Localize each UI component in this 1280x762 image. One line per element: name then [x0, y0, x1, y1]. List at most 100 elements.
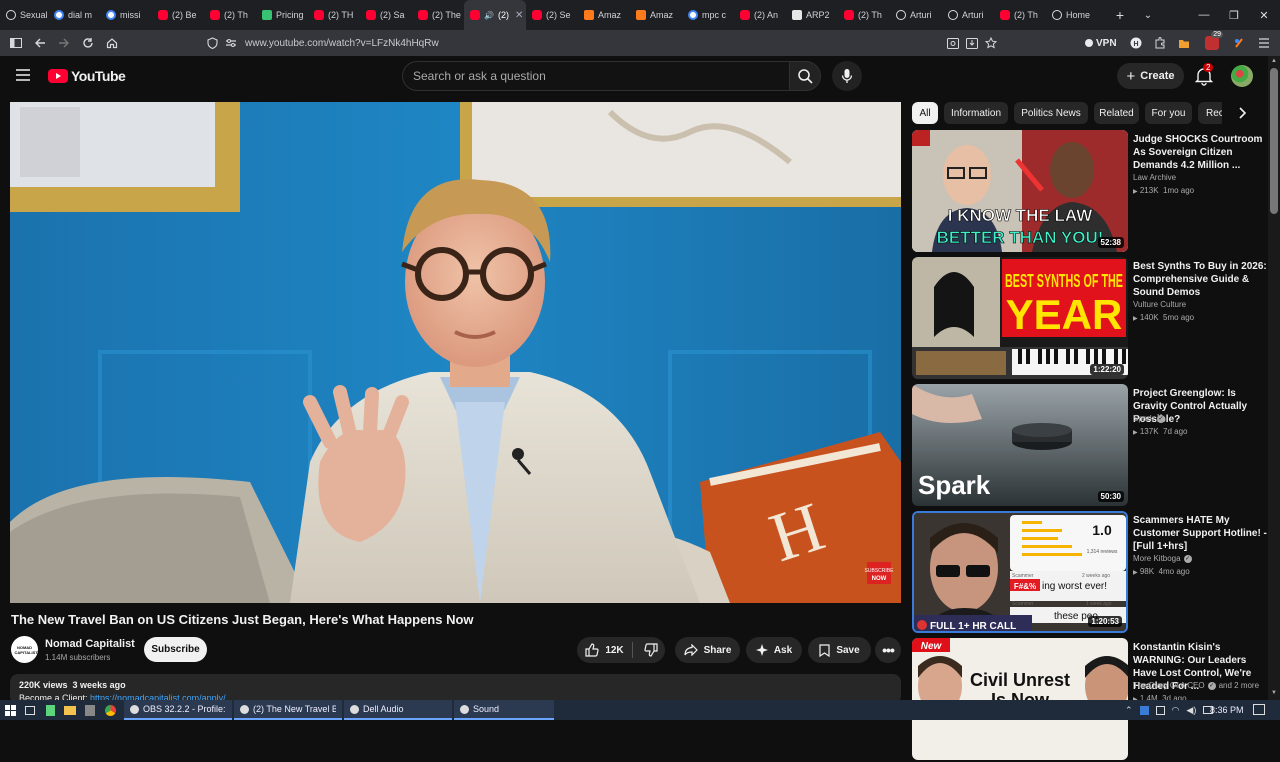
- video-thumbnail[interactable]: 1.0 1,314 reviews Scammer 2 weeks ago F#…: [912, 511, 1128, 633]
- browser-tab[interactable]: 🔊 (2) ✕: [464, 0, 526, 30]
- notepad-icon[interactable]: [40, 700, 60, 720]
- notifications-button[interactable]: 2: [1194, 63, 1214, 91]
- chips-next-button[interactable]: [1232, 103, 1252, 123]
- chip-for-you[interactable]: For you: [1145, 102, 1192, 124]
- tray-wifi-icon[interactable]: ◠: [1172, 705, 1180, 716]
- browser-tab[interactable]: (2) Be: [152, 0, 204, 30]
- browser-tab[interactable]: Arturi: [890, 0, 942, 30]
- browser-tab[interactable]: ARP2: [786, 0, 838, 30]
- browser-tab[interactable]: (2) Th: [204, 0, 256, 30]
- recommendation-item[interactable]: Spark 50:30 Project Greenglow: Is Gravit…: [912, 384, 1272, 508]
- extension-arrow-icon[interactable]: [1227, 31, 1251, 55]
- dislike-button[interactable]: [638, 637, 664, 663]
- back-icon[interactable]: [28, 31, 52, 55]
- minimize-icon[interactable]: —: [1188, 0, 1220, 30]
- browser-menu-icon[interactable]: [1252, 31, 1276, 55]
- youtube-logo[interactable]: YouTube: [48, 68, 126, 84]
- video-thumbnail[interactable]: Spark 50:30: [912, 384, 1128, 506]
- scroll-down-arrow-icon[interactable]: ▼: [1271, 690, 1277, 696]
- recommendation-title[interactable]: Best Synths To Buy in 2026: Comprehensiv…: [1133, 260, 1268, 299]
- scrollbar-thumb[interactable]: [1270, 68, 1278, 214]
- tray-volume-icon[interactable]: ◀): [1186, 705, 1196, 716]
- extensions-puzzle-icon[interactable]: [1148, 31, 1172, 55]
- recommendation-title[interactable]: Scammers HATE My Customer Support Hotlin…: [1133, 514, 1268, 553]
- browser-tab[interactable]: mpc c: [682, 0, 734, 30]
- reload-icon[interactable]: [76, 31, 100, 55]
- recommendation-channel-row[interactable]: More Kitboga ✓: [1133, 554, 1192, 563]
- taskbar-app[interactable]: (2) The New Travel Ba...: [234, 700, 342, 720]
- video-thumbnail[interactable]: I KNOW THE LAW BETTER THAN YOU! 52:38: [912, 130, 1128, 252]
- taskbar-app[interactable]: Dell Audio: [344, 700, 452, 720]
- browser-tab[interactable]: (2) Th: [994, 0, 1046, 30]
- video-player[interactable]: H SUBSCRIBE NOW: [10, 102, 901, 603]
- taskbar-app[interactable]: OBS 32.2.2 - Profile: U...: [124, 700, 232, 720]
- chip-information[interactable]: Information: [944, 102, 1008, 124]
- tray-network-icon[interactable]: [1139, 705, 1149, 715]
- guide-menu-icon[interactable]: [14, 68, 32, 87]
- search-input[interactable]: Search or ask a question: [402, 61, 789, 91]
- home-icon[interactable]: [100, 31, 124, 55]
- share-button[interactable]: Share: [675, 637, 740, 663]
- tray-usb-icon[interactable]: [1155, 705, 1165, 715]
- close-tab-icon[interactable]: ✕: [515, 10, 523, 21]
- video-thumbnail[interactable]: New Civil Unrest Is Now: [912, 638, 1128, 760]
- ask-button[interactable]: Ask: [746, 637, 802, 663]
- recommendation-channel-row[interactable]: Spark ✓: [1133, 414, 1165, 423]
- forward-icon[interactable]: [52, 31, 76, 55]
- browser-tab[interactable]: missi: [100, 0, 152, 30]
- search-button[interactable]: [789, 61, 821, 91]
- calculator-icon[interactable]: [80, 700, 100, 720]
- taskbar-app[interactable]: Sound: [454, 700, 554, 720]
- recommendation-title[interactable]: Judge SHOCKS Courtroom As Sovereign Citi…: [1133, 133, 1268, 172]
- create-button[interactable]: + Create: [1117, 63, 1184, 89]
- chip-politics-news[interactable]: Politics News: [1014, 102, 1088, 124]
- tray-overflow-chevron-icon[interactable]: ⌃: [1125, 705, 1133, 716]
- task-view-icon[interactable]: [20, 700, 40, 720]
- browser-tab[interactable]: Home: [1046, 0, 1096, 30]
- chrome-icon[interactable]: [100, 700, 120, 720]
- extension-folder-icon[interactable]: [1172, 31, 1196, 55]
- start-button[interactable]: [0, 700, 20, 720]
- browser-tab[interactable]: (2) Se: [526, 0, 578, 30]
- close-window-icon[interactable]: ✕: [1248, 0, 1280, 30]
- browser-tab[interactable]: (2) The: [412, 0, 464, 30]
- sidebar-toggle-icon[interactable]: [4, 31, 28, 55]
- scroll-up-arrow-icon[interactable]: ▲: [1271, 58, 1277, 64]
- browser-tab[interactable]: Amaz: [578, 0, 630, 30]
- restore-icon[interactable]: ❐: [1218, 0, 1250, 30]
- recommendation-channel[interactable]: Law Archive: [1133, 173, 1176, 182]
- save-button[interactable]: Save: [808, 637, 871, 663]
- browser-tab[interactable]: dial m: [48, 0, 100, 30]
- browser-tab[interactable]: Sexual: [0, 0, 48, 30]
- recommendation-item[interactable]: BEST SYNTHS OF THE YEAR 1:22:20 Best Syn…: [912, 257, 1272, 381]
- notification-center-icon[interactable]: [1253, 704, 1265, 715]
- browser-tab[interactable]: (2) TH: [308, 0, 360, 30]
- chip-recently-uploaded[interactable]: Rec: [1198, 102, 1222, 124]
- tab-search-chevron-icon[interactable]: ⌄: [1138, 0, 1158, 30]
- chip-all[interactable]: All: [912, 102, 938, 124]
- channel-avatar[interactable]: NOMAD CAPITALIST: [11, 636, 38, 663]
- browser-tab[interactable]: Pricing: [256, 0, 308, 30]
- voice-search-button[interactable]: [832, 61, 862, 91]
- recommendation-item[interactable]: 1.0 1,314 reviews Scammer 2 weeks ago F#…: [912, 511, 1272, 635]
- new-tab-button[interactable]: +: [1110, 0, 1130, 30]
- more-actions-button[interactable]: •••: [875, 637, 901, 663]
- browser-tab[interactable]: Amaz: [630, 0, 682, 30]
- page-scrollbar[interactable]: ▲ ▼: [1268, 56, 1280, 700]
- url-field[interactable]: www.youtube.com/watch?v=LFzNk4hHqRw: [245, 32, 1045, 54]
- clock[interactable]: 8:36 PM: [1210, 700, 1244, 720]
- vpn-button[interactable]: VPN: [1085, 35, 1117, 51]
- browser-tab[interactable]: (2) An: [734, 0, 786, 30]
- channel-name[interactable]: Nomad Capitalist: [45, 638, 135, 650]
- bookmark-star-icon[interactable]: [979, 31, 1003, 55]
- recommendation-item[interactable]: I KNOW THE LAW BETTER THAN YOU! 52:38 Ju…: [912, 130, 1272, 254]
- tab-audio-icon[interactable]: 🔊: [484, 11, 494, 20]
- browser-tab[interactable]: (2) Sa: [360, 0, 412, 30]
- site-settings-icon[interactable]: [219, 31, 243, 55]
- browser-tab[interactable]: Arturi: [942, 0, 994, 30]
- browser-tab[interactable]: (2) Th: [838, 0, 890, 30]
- recommendation-channel-row[interactable]: The Diary Of A CEO ✓ and 2 more: [1133, 681, 1259, 690]
- subscribe-button[interactable]: Subscribe: [144, 637, 207, 662]
- extension-h-icon[interactable]: H: [1124, 31, 1148, 55]
- extension-badge-icon[interactable]: 29: [1200, 31, 1224, 55]
